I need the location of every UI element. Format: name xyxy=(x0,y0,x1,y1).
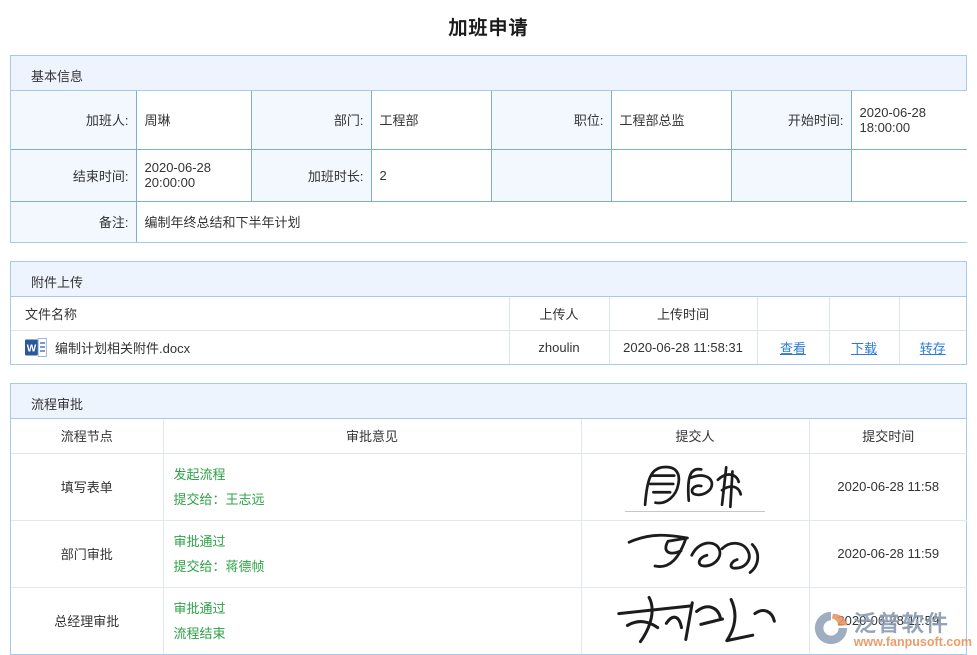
signature-image-jiangdezhen xyxy=(613,592,778,646)
field-label-overtime-person: 加班人: xyxy=(11,91,136,149)
approval-node: 部门审批 xyxy=(11,520,163,587)
approval-row-general-manager: 总经理审批 审批通过 流程结束 xyxy=(11,587,967,654)
column-header-submitter: 提交人 xyxy=(581,419,809,453)
signature-image-wangzhiyuan xyxy=(620,525,770,579)
approval-opinion-line-2: 提交给：蒋德帧 xyxy=(174,554,573,579)
approval-row-department: 部门审批 审批通过 提交给：蒋德帧 xyxy=(11,520,967,587)
approval-section-header: 流程审批 xyxy=(11,384,966,419)
approval-submit-time: 2020-06-28 11:58 xyxy=(809,453,967,520)
transfer-save-link[interactable]: 转存 xyxy=(920,341,946,356)
attachment-section-header: 附件上传 xyxy=(11,262,966,297)
attachment-uploader: zhoulin xyxy=(509,330,609,364)
column-header-empty-2 xyxy=(829,297,899,330)
basic-info-row-2: 结束时间: 2020-06-28 20:00:00 加班时长: 2 xyxy=(11,149,967,201)
column-header-approval-opinion: 审批意见 xyxy=(163,419,581,453)
basic-info-remark-row: 备注: 编制年终总结和下半年计划 xyxy=(11,201,967,242)
field-label-empty-2 xyxy=(731,149,851,201)
column-header-flow-node: 流程节点 xyxy=(11,419,163,453)
approval-opinion-line-1: 审批通过 xyxy=(174,596,573,621)
approval-row-fill-form: 填写表单 发起流程 提交给：王志远 xyxy=(11,453,967,520)
column-header-empty-1 xyxy=(757,297,829,330)
column-header-empty-3 xyxy=(899,297,966,330)
attachment-table: 文件名称 上传人 上传时间 W xyxy=(11,297,966,364)
field-label-remark: 备注: xyxy=(11,201,136,242)
field-value-remark: 编制年终总结和下半年计划 xyxy=(136,201,967,242)
attachment-header-row: 文件名称 上传人 上传时间 xyxy=(11,297,966,330)
view-link[interactable]: 查看 xyxy=(780,341,806,356)
download-link[interactable]: 下载 xyxy=(851,341,877,356)
field-value-empty-1 xyxy=(611,149,731,201)
field-label-department: 部门: xyxy=(251,91,371,149)
column-header-uploader: 上传人 xyxy=(509,297,609,330)
field-value-empty-2 xyxy=(851,149,967,201)
approval-node: 总经理审批 xyxy=(11,587,163,654)
word-file-icon: W xyxy=(25,338,47,357)
approval-opinion-line-2: 流程结束 xyxy=(174,621,573,646)
field-value-overtime-duration: 2 xyxy=(371,149,491,201)
field-label-position: 职位: xyxy=(491,91,611,149)
signature-image-zhoulin xyxy=(625,459,765,512)
approval-opinion-line-1: 审批通过 xyxy=(174,529,573,554)
page-title: 加班申请 xyxy=(10,0,967,55)
approval-opinion-line-2: 提交给：王志远 xyxy=(174,487,573,512)
attachment-panel: 附件上传 文件名称 上传人 上传时间 xyxy=(10,261,967,365)
column-header-upload-time: 上传时间 xyxy=(609,297,757,330)
field-value-start-time: 2020-06-28 18:00:00 xyxy=(851,91,967,149)
field-label-overtime-duration: 加班时长: xyxy=(251,149,371,201)
svg-text:W: W xyxy=(27,343,37,354)
field-value-overtime-person: 周琳 xyxy=(136,91,251,149)
attachment-row: W 编制计划相关附件.docx zhoulin 2020-06-28 11:58… xyxy=(11,330,966,364)
approval-table: 流程节点 审批意见 提交人 提交时间 填写表单 发起流程 提交给：王志远 xyxy=(11,419,967,654)
approval-panel: 流程审批 流程节点 审批意见 提交人 提交时间 填写表单 发起流程 提交给：王志… xyxy=(10,383,967,655)
basic-info-table: 加班人: 周琳 部门: 工程部 职位: 工程部总监 开始时间: 2020-06-… xyxy=(11,91,967,242)
approval-submit-time: 2020-06-28 11:59 xyxy=(809,587,967,654)
approval-node: 填写表单 xyxy=(11,453,163,520)
basic-info-section-header: 基本信息 xyxy=(11,56,966,91)
field-label-end-time: 结束时间: xyxy=(11,149,136,201)
basic-info-row-1: 加班人: 周琳 部门: 工程部 职位: 工程部总监 开始时间: 2020-06-… xyxy=(11,91,967,149)
field-value-department: 工程部 xyxy=(371,91,491,149)
column-header-submit-time: 提交时间 xyxy=(809,419,967,453)
field-label-empty-1 xyxy=(491,149,611,201)
attachment-file-name: 编制计划相关附件.docx xyxy=(55,338,190,357)
overtime-application-page: 加班申请 基本信息 加班人: 周琳 部门: 工程部 职位: 工程部总监 开始时间… xyxy=(0,0,977,655)
field-value-position: 工程部总监 xyxy=(611,91,731,149)
approval-opinion-line-1: 发起流程 xyxy=(174,462,573,487)
field-label-start-time: 开始时间: xyxy=(731,91,851,149)
basic-info-panel: 基本信息 加班人: 周琳 部门: 工程部 职位: 工程部总监 开始时间: 202… xyxy=(10,55,967,243)
approval-submit-time: 2020-06-28 11:59 xyxy=(809,520,967,587)
attachment-upload-time: 2020-06-28 11:58:31 xyxy=(609,330,757,364)
approval-header-row: 流程节点 审批意见 提交人 提交时间 xyxy=(11,419,967,453)
column-header-file-name: 文件名称 xyxy=(11,297,509,330)
field-value-end-time: 2020-06-28 20:00:00 xyxy=(136,149,251,201)
